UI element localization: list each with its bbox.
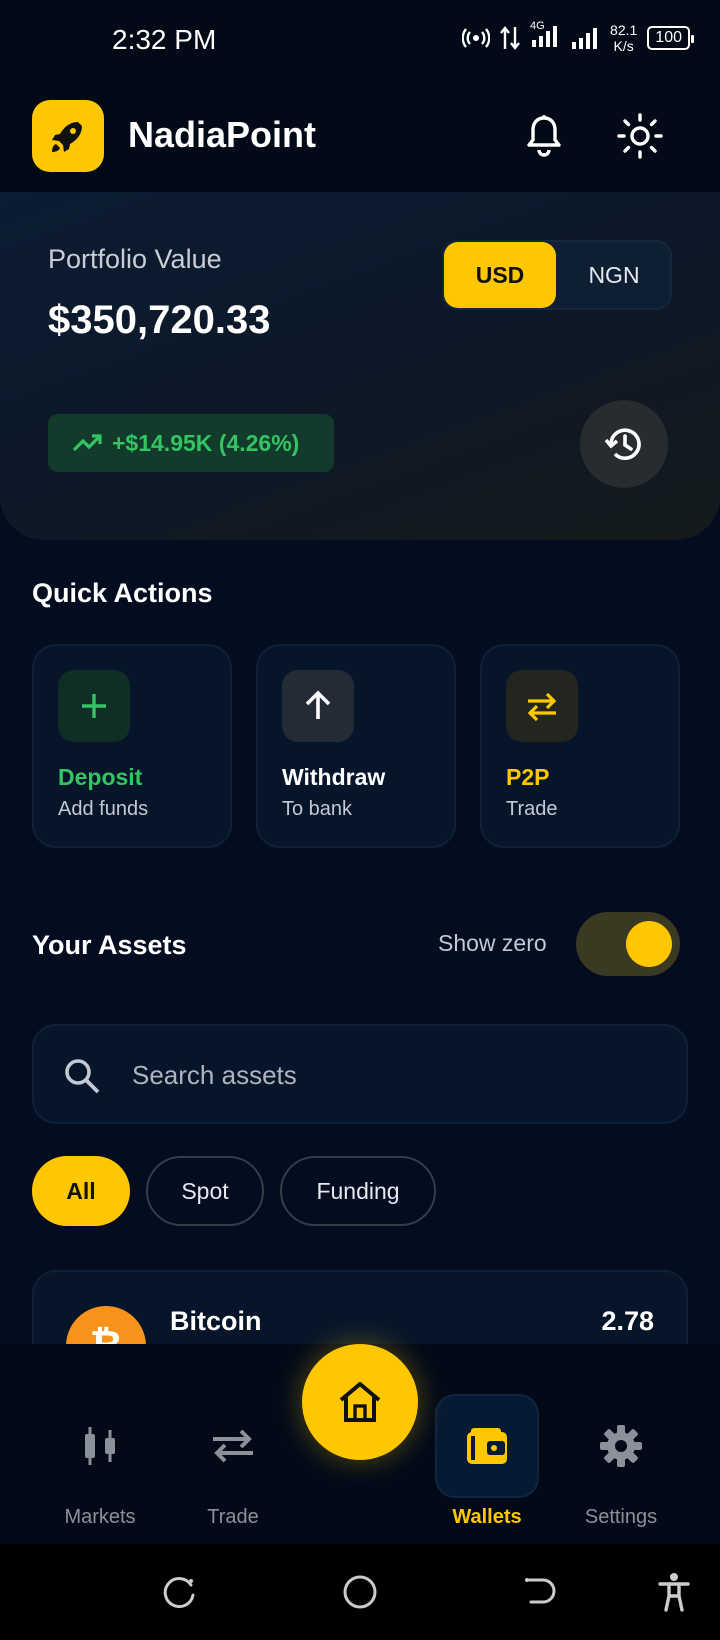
search-assets-field[interactable]: Search assets	[32, 1024, 688, 1124]
deposit-action[interactable]: Deposit Add funds	[32, 644, 232, 848]
deposit-subtitle: Add funds	[58, 798, 149, 820]
plus-icon	[82, 694, 106, 718]
show-zero-toggle[interactable]	[576, 912, 680, 976]
status-bar: 2:32 PM 4G 82.1 K/s 100	[0, 0, 720, 80]
app-header: NadiaPoint	[0, 80, 720, 192]
asset-row-bitcoin[interactable]: ₿ Bitcoin 2.78	[32, 1270, 688, 1350]
nav-settings-icon-box	[569, 1394, 673, 1498]
filter-funding[interactable]: Funding	[280, 1156, 436, 1226]
app-title: NadiaPoint	[128, 114, 317, 155]
nav-markets-icon-box	[48, 1394, 152, 1498]
history-button[interactable]	[580, 400, 668, 488]
recents-icon	[163, 1577, 195, 1609]
portfolio-value: $350,720.33	[48, 298, 271, 342]
deposit-title: Deposit	[58, 764, 143, 790]
candlestick-icon	[85, 1427, 115, 1465]
search-icon	[65, 1059, 100, 1094]
trend-up-icon	[72, 434, 102, 452]
nav-wallets[interactable]: Wallets	[417, 1344, 557, 1544]
currency-usd[interactable]: USD	[444, 242, 556, 308]
data-transfer-icon	[500, 26, 520, 50]
portfolio-change-badge: +$14.95K (4.26%)	[48, 414, 334, 472]
filter-all[interactable]: All	[32, 1156, 130, 1226]
asset-name: Bitcoin	[170, 1306, 262, 1336]
currency-toggle: USD NGN	[442, 240, 672, 310]
recents-button[interactable]	[160, 1572, 200, 1612]
swap-icon	[213, 1429, 253, 1463]
nav-trade-icon-box	[181, 1394, 285, 1498]
gear-icon	[600, 1425, 642, 1467]
speed-value: 82.1	[610, 22, 638, 38]
assets-title: Your Assets	[32, 930, 187, 960]
signal-icon-2	[572, 28, 598, 49]
hotspot-icon	[462, 28, 491, 48]
filter-spot[interactable]: Spot	[146, 1156, 264, 1226]
withdraw-subtitle: To bank	[282, 798, 353, 820]
quick-actions-title: Quick Actions	[32, 578, 213, 608]
portfolio-change: +$14.95K (4.26%)	[112, 429, 300, 456]
p2p-icon-box	[506, 670, 578, 742]
toggle-knob	[626, 921, 672, 967]
search-placeholder: Search assets	[132, 1060, 297, 1090]
nav-trade-label: Trade	[207, 1506, 259, 1528]
back-icon	[525, 1578, 556, 1604]
withdraw-title: Withdraw	[282, 764, 386, 790]
deposit-icon-box	[58, 670, 130, 742]
show-zero-label: Show zero	[438, 930, 547, 956]
battery-indicator: 100	[647, 26, 694, 50]
nav-wallets-label: Wallets	[452, 1506, 522, 1528]
arrow-up-icon	[305, 690, 331, 719]
nav-settings[interactable]: Settings	[551, 1344, 691, 1544]
portfolio-label: Portfolio Value	[48, 244, 222, 274]
network-speed: 82.1 K/s	[610, 22, 637, 54]
p2p-title: P2P	[506, 764, 550, 790]
theme-toggle-button[interactable]	[614, 110, 666, 162]
nav-settings-label: Settings	[584, 1506, 658, 1528]
sun-icon	[617, 113, 663, 159]
circle-home-icon	[343, 1575, 377, 1609]
withdraw-icon-box	[282, 670, 354, 742]
signal-4g: 4G	[530, 20, 560, 53]
bell-icon	[527, 115, 561, 157]
system-navigation-bar	[0, 1544, 720, 1640]
network-type: 4G	[530, 19, 545, 32]
app-logo	[32, 100, 104, 172]
accessibility-icon	[658, 1573, 690, 1612]
nav-trade[interactable]: Trade	[163, 1344, 303, 1544]
speed-unit: K/s	[613, 38, 634, 54]
nav-markets[interactable]: Markets	[30, 1344, 170, 1544]
asset-amount: 2.78	[601, 1306, 654, 1336]
home-icon	[339, 1382, 381, 1422]
home-system-button[interactable]	[340, 1572, 380, 1612]
notification-button[interactable]	[518, 110, 570, 162]
nav-wallets-icon-box	[435, 1394, 539, 1498]
p2p-action[interactable]: P2P Trade	[480, 644, 680, 848]
swap-icon	[527, 692, 557, 721]
back-button[interactable]	[520, 1572, 560, 1612]
nav-markets-label: Markets	[64, 1506, 136, 1528]
status-time: 2:32 PM	[112, 24, 217, 55]
accessibility-button[interactable]	[654, 1572, 694, 1612]
history-icon	[604, 428, 641, 460]
portfolio-card: Portfolio Value $350,720.33 USD NGN +$14…	[0, 192, 720, 540]
home-button[interactable]	[302, 1344, 418, 1460]
currency-ngn[interactable]: NGN	[558, 242, 670, 308]
rocket-icon	[52, 122, 82, 152]
withdraw-action[interactable]: Withdraw To bank	[256, 644, 456, 848]
p2p-subtitle: Trade	[506, 798, 558, 820]
wallet-icon	[467, 1428, 507, 1464]
status-icons: 4G 82.1 K/s 100	[462, 20, 694, 54]
